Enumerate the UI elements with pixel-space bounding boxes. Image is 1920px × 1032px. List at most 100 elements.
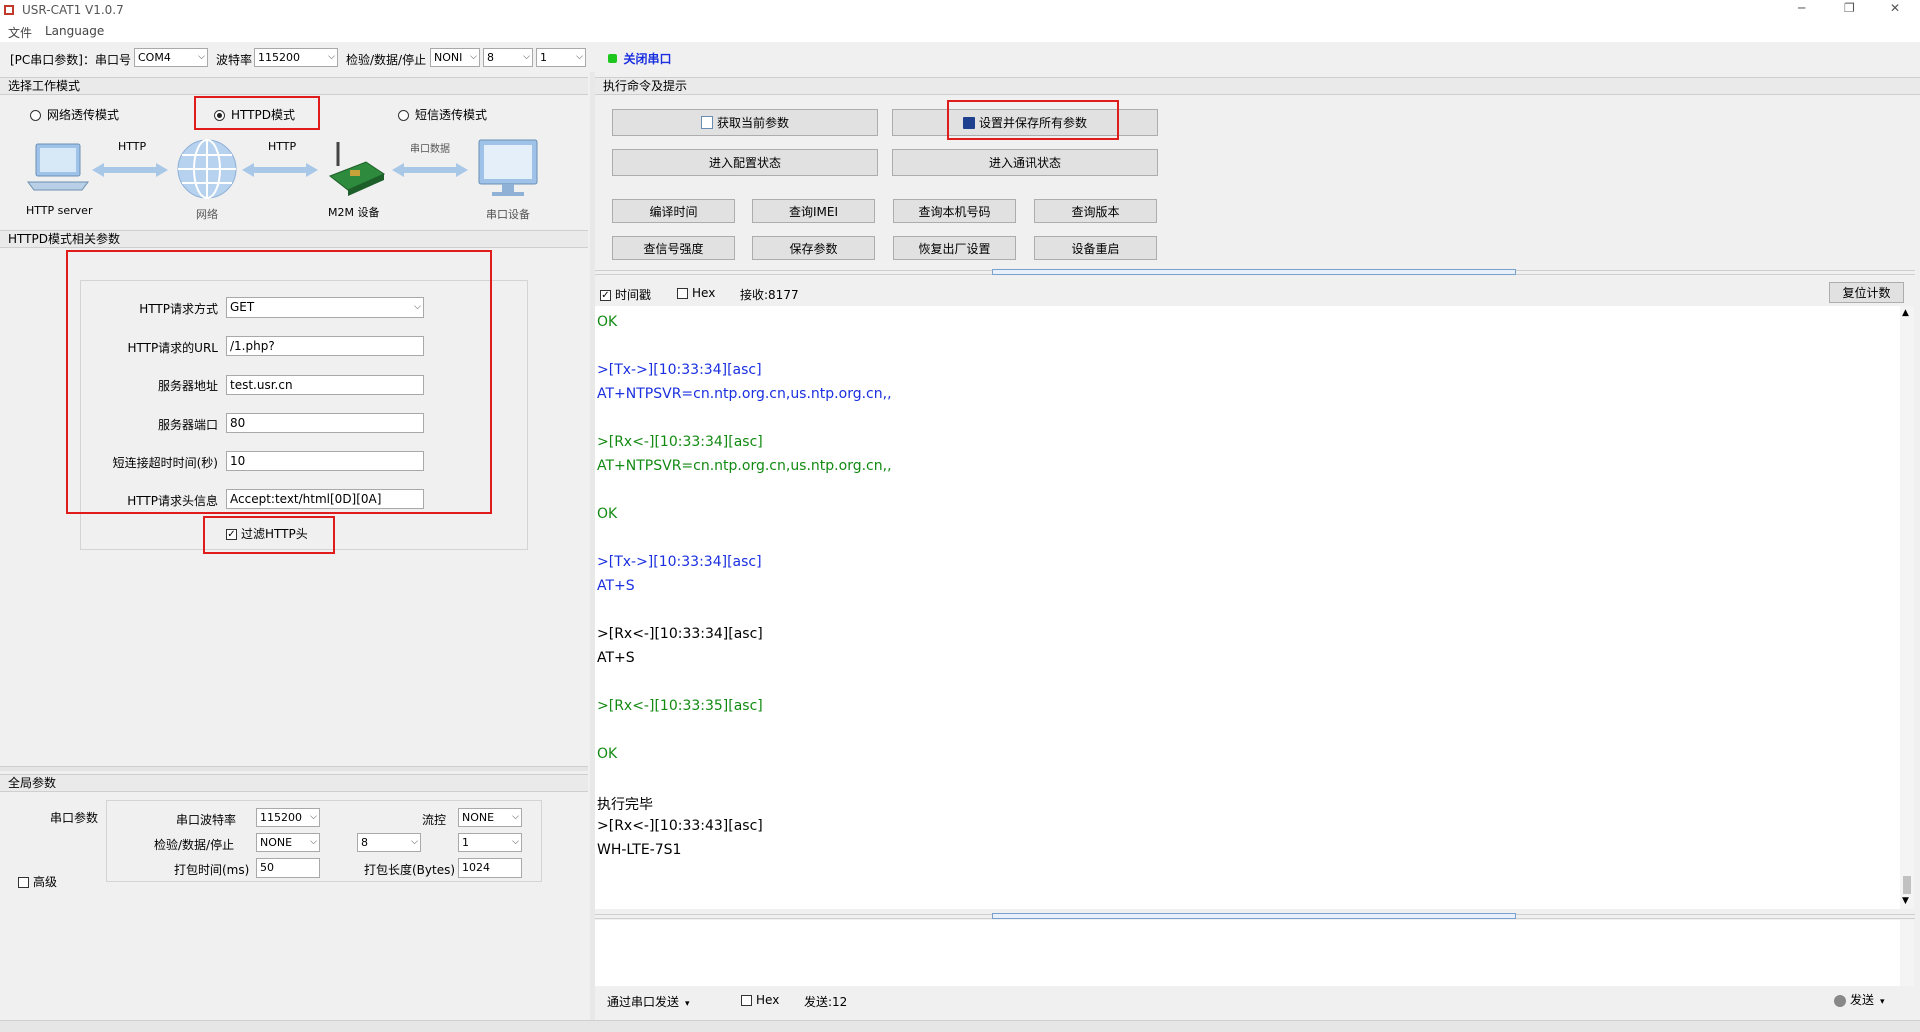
timestamp-label: 时间戳 (615, 288, 652, 302)
send-scrollbar[interactable] (1900, 920, 1914, 986)
left-splitter[interactable] (0, 766, 588, 771)
topology-diagram: HTTP server HTTP 网络 HTTP M2M 设备 串口数据 串口设… (20, 134, 550, 224)
send-via-label: 通过串口发送 (607, 995, 680, 1009)
close-icon[interactable]: ✕ (1890, 1, 1900, 15)
close-port-button[interactable]: 关闭串口 (600, 47, 680, 69)
log-line: >[Rx<-][10:33:34][asc] (597, 626, 763, 642)
global-stop-value: 1 (462, 836, 469, 849)
log-line: OK (597, 314, 618, 330)
pack-length-label: 打包长度(Bytes) (364, 863, 456, 877)
baud-label: 波特率 (216, 53, 253, 67)
stop-bits-select[interactable]: 1 ⌵ (536, 48, 586, 67)
parity-select[interactable]: NONI ⌵ (430, 48, 480, 67)
baud-select[interactable]: 115200 ⌵ (254, 48, 338, 67)
flow-value: NONE (462, 811, 495, 824)
log-line: 执行完毕 (597, 797, 653, 813)
radio-icon (30, 110, 41, 121)
scroll-down-icon[interactable]: ▼ (1902, 896, 1909, 906)
httpd-params-highlight (66, 250, 492, 514)
cmd-section-title: 执行命令及提示 (603, 79, 688, 93)
enter-comm-button[interactable]: 进入通讯状态 (892, 149, 1158, 176)
data-bits-value: 8 (487, 51, 494, 64)
send-via-dropdown[interactable]: 通过串口发送 ▾ (607, 993, 690, 1010)
caret-down-icon: ▾ (685, 999, 690, 1009)
query-version-button[interactable]: 查询版本 (1034, 199, 1157, 223)
splitter-handle[interactable] (992, 269, 1516, 275)
get-params-button[interactable]: 获取当前参数 (612, 109, 878, 136)
factory-reset-button[interactable]: 恢复出厂设置 (893, 236, 1016, 260)
mode-radio-sms[interactable]: 短信透传模式 (398, 106, 487, 123)
caret-down-icon: ▾ (1880, 997, 1885, 1007)
monitor-icon (478, 139, 538, 196)
reset-count-button[interactable]: 复位计数 (1829, 282, 1904, 303)
port-value: COM4 (138, 51, 171, 64)
flow-label: 流控 (422, 813, 447, 827)
menu-file[interactable]: 文件 (8, 24, 32, 41)
global-section-header: 全局参数 (0, 774, 588, 792)
timestamp-checkbox[interactable]: ✓ 时间戳 (600, 286, 651, 303)
save-params-button[interactable]: 保存参数 (752, 236, 875, 260)
device-label: M2M 设备 (328, 206, 380, 219)
global-parity-select[interactable]: NONE ⌵ (256, 833, 320, 852)
global-stop-select[interactable]: 1 ⌵ (458, 833, 522, 852)
sent-count: 发送:12 (804, 995, 848, 1009)
pack-time-label: 打包时间(ms) (174, 863, 250, 877)
device-restart-button[interactable]: 设备重启 (1034, 236, 1157, 260)
checkbox-icon (677, 288, 688, 299)
app-icon (4, 4, 14, 15)
signal-strength-button[interactable]: 查信号强度 (612, 236, 735, 260)
pack-time-input[interactable]: 50 (256, 858, 320, 878)
globe-icon (177, 139, 237, 199)
data-bits-select[interactable]: 8 ⌵ (483, 48, 533, 67)
mode-label-sms: 短信透传模式 (415, 108, 488, 122)
receive-log[interactable]: OK >[Tx->][10:33:34][asc] AT+NTPSVR=cn.ntp… (595, 306, 1900, 909)
stop-bits-value: 1 (540, 51, 547, 64)
menu-language[interactable]: Language (45, 24, 104, 38)
enter-config-button[interactable]: 进入配置状态 (612, 149, 878, 176)
global-data-select[interactable]: 8 ⌵ (357, 833, 421, 852)
global-baud-select[interactable]: 115200 ⌵ (256, 808, 320, 827)
save-all-highlight (947, 100, 1119, 140)
send-input-area[interactable] (595, 920, 1900, 986)
scroll-thumb[interactable] (1903, 876, 1911, 894)
port-select[interactable]: COM4 ⌵ (134, 48, 208, 67)
mode-label-network: 网络透传模式 (47, 108, 120, 122)
recv-hex-label: Hex (692, 286, 716, 300)
link3-label: 串口数据 (410, 144, 450, 155)
advanced-checkbox[interactable]: 高级 (18, 873, 57, 890)
query-number-button[interactable]: 查询本机号码 (893, 199, 1016, 223)
splitter-handle[interactable] (992, 913, 1516, 919)
mode-section-title: 选择工作模式 (8, 79, 81, 93)
mode-radio-network[interactable]: 网络透传模式 (30, 106, 119, 123)
title-bar: USR-CAT1 V1.0.7 ─ ❐ ✕ (0, 0, 1920, 20)
chevron-down-icon: ⌵ (576, 52, 583, 62)
compile-time-label: 编译时间 (649, 204, 698, 219)
global-baud-value: 115200 (260, 811, 302, 824)
radio-icon (398, 110, 409, 121)
recv-hex-checkbox[interactable]: Hex (677, 286, 715, 300)
log-line: AT+NTPSVR=cn.ntp.org.cn,us.ntp.org.cn,, (597, 458, 892, 474)
query-version-label: 查询版本 (1071, 204, 1120, 219)
send-hex-checkbox[interactable]: Hex (741, 993, 779, 1007)
log-scrollbar[interactable]: ▲ ▼ (1900, 306, 1914, 909)
chevron-down-icon: ⌵ (512, 837, 519, 847)
filter-highlight (203, 516, 335, 554)
chevron-down-icon: ⌵ (328, 52, 335, 62)
double-arrow-icon (242, 163, 318, 177)
factory-reset-label: 恢复出厂设置 (918, 241, 991, 256)
minimize-icon[interactable]: ─ (1798, 1, 1805, 15)
get-params-label: 获取当前参数 (716, 116, 789, 130)
compile-time-button[interactable]: 编译时间 (612, 199, 735, 223)
scroll-up-icon[interactable]: ▲ (1902, 308, 1909, 318)
global-section-title: 全局参数 (8, 776, 57, 790)
restore-icon[interactable]: ❐ (1844, 1, 1855, 15)
query-imei-button[interactable]: 查询IMEI (752, 199, 875, 223)
send-button[interactable]: 发送 ▾ (1834, 991, 1885, 1008)
pack-length-input[interactable]: 1024 (458, 858, 522, 878)
flow-select[interactable]: NONE ⌵ (458, 808, 522, 827)
chevron-down-icon: ⌵ (411, 837, 418, 847)
log-line: >[Tx->][10:33:34][asc] (597, 362, 762, 378)
checkbox-checked-icon: ✓ (600, 290, 611, 301)
chevron-down-icon: ⌵ (310, 812, 317, 822)
signal-strength-label: 查信号强度 (643, 241, 704, 256)
